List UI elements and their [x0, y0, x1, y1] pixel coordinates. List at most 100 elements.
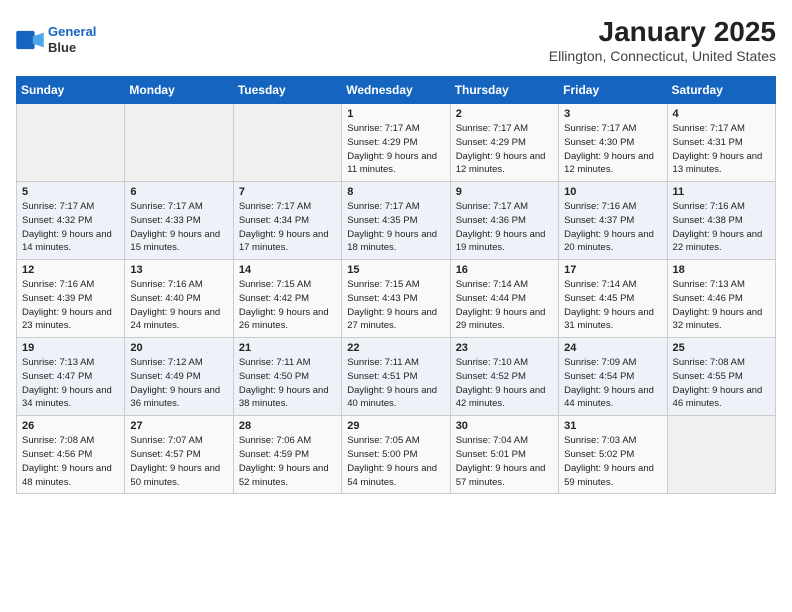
calendar-week-row: 12 Sunrise: 7:16 AMSunset: 4:39 PMDayligh…	[17, 260, 776, 338]
day-info: Sunrise: 7:17 AMSunset: 4:33 PMDaylight:…	[130, 200, 227, 255]
calendar-cell: 3 Sunrise: 7:17 AMSunset: 4:30 PMDaylight…	[559, 104, 667, 182]
day-number: 18	[673, 264, 770, 276]
title-area: January 2025 Ellington, Connecticut, Uni…	[549, 16, 776, 64]
calendar-cell: 12 Sunrise: 7:16 AMSunset: 4:39 PMDayligh…	[17, 260, 125, 338]
day-number: 16	[456, 264, 553, 276]
calendar-cell: 16 Sunrise: 7:14 AMSunset: 4:44 PMDayligh…	[450, 260, 558, 338]
weekday-header-sunday: Sunday	[17, 77, 125, 104]
day-info: Sunrise: 7:17 AMSunset: 4:32 PMDaylight:…	[22, 200, 119, 255]
day-number: 27	[130, 420, 227, 432]
day-info: Sunrise: 7:16 AMSunset: 4:39 PMDaylight:…	[22, 278, 119, 333]
day-info: Sunrise: 7:16 AMSunset: 4:37 PMDaylight:…	[564, 200, 661, 255]
day-info: Sunrise: 7:14 AMSunset: 4:44 PMDaylight:…	[456, 278, 553, 333]
day-number: 8	[347, 186, 444, 198]
calendar-cell: 28 Sunrise: 7:06 AMSunset: 4:59 PMDayligh…	[233, 416, 341, 494]
day-number: 3	[564, 108, 661, 120]
day-number: 14	[239, 264, 336, 276]
calendar-cell: 26 Sunrise: 7:08 AMSunset: 4:56 PMDayligh…	[17, 416, 125, 494]
calendar-cell: 22 Sunrise: 7:11 AMSunset: 4:51 PMDayligh…	[342, 338, 450, 416]
day-number: 21	[239, 342, 336, 354]
calendar-cell: 19Sunrise: 7:13 AMSunset: 4:47 PMDayligh…	[17, 338, 125, 416]
day-info: Sunrise: 7:17 AMSunset: 4:36 PMDaylight:…	[456, 200, 553, 255]
day-info: Sunrise: 7:17 AMSunset: 4:30 PMDaylight:…	[564, 122, 661, 177]
weekday-header-monday: Monday	[125, 77, 233, 104]
month-title: January 2025	[549, 16, 776, 48]
day-number: 5	[22, 186, 119, 198]
day-info: Sunrise: 7:17 AMSunset: 4:31 PMDaylight:…	[673, 122, 770, 177]
calendar-cell	[667, 416, 775, 494]
day-info: Sunrise: 7:15 AMSunset: 4:42 PMDaylight:…	[239, 278, 336, 333]
day-info: Sunrise: 7:11 AMSunset: 4:50 PMDaylight:…	[239, 356, 336, 411]
day-info: Sunrise: 7:05 AMSunset: 5:00 PMDaylight:…	[347, 434, 444, 489]
calendar-cell	[17, 104, 125, 182]
day-number: 9	[456, 186, 553, 198]
day-info: Sunrise: 7:10 AMSunset: 4:52 PMDaylight:…	[456, 356, 553, 411]
day-info: Sunrise: 7:06 AMSunset: 4:59 PMDaylight:…	[239, 434, 336, 489]
logo-line1: General	[48, 24, 96, 39]
calendar-cell: 2Sunrise: 7:17 AMSunset: 4:29 PMDaylight…	[450, 104, 558, 182]
day-number: 20	[130, 342, 227, 354]
day-info: Sunrise: 7:16 AMSunset: 4:40 PMDaylight:…	[130, 278, 227, 333]
logo-text: General Blue	[48, 24, 96, 55]
day-info: Sunrise: 7:16 AMSunset: 4:38 PMDaylight:…	[673, 200, 770, 255]
header: General Blue January 2025 Ellington, Con…	[16, 16, 776, 64]
calendar-cell: 23 Sunrise: 7:10 AMSunset: 4:52 PMDayligh…	[450, 338, 558, 416]
day-info: Sunrise: 7:07 AMSunset: 4:57 PMDaylight:…	[130, 434, 227, 489]
calendar-cell: 21 Sunrise: 7:11 AMSunset: 4:50 PMDayligh…	[233, 338, 341, 416]
day-number: 23	[456, 342, 553, 354]
day-number: 13	[130, 264, 227, 276]
day-info: Sunrise: 7:08 AMSunset: 4:56 PMDaylight:…	[22, 434, 119, 489]
weekday-header-row: SundayMondayTuesdayWednesdayThursdayFrid…	[17, 77, 776, 104]
calendar-body: 1 Sunrise: 7:17 AMSunset: 4:29 PMDaylight…	[17, 104, 776, 494]
day-number: 10	[564, 186, 661, 198]
day-info: Sunrise: 7:12 AMSunset: 4:49 PMDaylight:…	[130, 356, 227, 411]
day-number: 2	[456, 108, 553, 120]
calendar-table: SundayMondayTuesdayWednesdayThursdayFrid…	[16, 76, 776, 494]
day-info: Sunrise: 7:15 AMSunset: 4:43 PMDaylight:…	[347, 278, 444, 333]
weekday-header-wednesday: Wednesday	[342, 77, 450, 104]
calendar-cell: 25 Sunrise: 7:08 AMSunset: 4:55 PMDayligh…	[667, 338, 775, 416]
weekday-header-friday: Friday	[559, 77, 667, 104]
calendar-cell	[125, 104, 233, 182]
day-info: Sunrise: 7:13 AMSunset: 4:47 PMDaylight:…	[22, 356, 119, 411]
calendar-cell: 10 Sunrise: 7:16 AMSunset: 4:37 PMDayligh…	[559, 182, 667, 260]
day-number: 24	[564, 342, 661, 354]
calendar-cell: 1 Sunrise: 7:17 AMSunset: 4:29 PMDaylight…	[342, 104, 450, 182]
day-info: Sunrise: 7:11 AMSunset: 4:51 PMDaylight:…	[347, 356, 444, 411]
calendar-cell: 4 Sunrise: 7:17 AMSunset: 4:31 PMDaylight…	[667, 104, 775, 182]
calendar-cell: 29Sunrise: 7:05 AMSunset: 5:00 PMDayligh…	[342, 416, 450, 494]
day-info: Sunrise: 7:04 AMSunset: 5:01 PMDaylight:…	[456, 434, 553, 489]
day-number: 1	[347, 108, 444, 120]
day-number: 15	[347, 264, 444, 276]
calendar-cell: 20 Sunrise: 7:12 AMSunset: 4:49 PMDayligh…	[125, 338, 233, 416]
calendar-cell: 18Sunrise: 7:13 AMSunset: 4:46 PMDayligh…	[667, 260, 775, 338]
day-number: 30	[456, 420, 553, 432]
calendar-week-row: 19Sunrise: 7:13 AMSunset: 4:47 PMDayligh…	[17, 338, 776, 416]
calendar-cell: 15 Sunrise: 7:15 AMSunset: 4:43 PMDayligh…	[342, 260, 450, 338]
calendar-cell: 11Sunrise: 7:16 AMSunset: 4:38 PMDayligh…	[667, 182, 775, 260]
calendar-cell: 17Sunrise: 7:14 AMSunset: 4:45 PMDayligh…	[559, 260, 667, 338]
calendar-cell: 30 Sunrise: 7:04 AMSunset: 5:01 PMDayligh…	[450, 416, 558, 494]
day-info: Sunrise: 7:17 AMSunset: 4:29 PMDaylight:…	[347, 122, 444, 177]
day-number: 22	[347, 342, 444, 354]
day-number: 28	[239, 420, 336, 432]
calendar-cell	[233, 104, 341, 182]
day-number: 4	[673, 108, 770, 120]
location-title: Ellington, Connecticut, United States	[549, 48, 776, 64]
weekday-header-thursday: Thursday	[450, 77, 558, 104]
calendar-cell: 31Sunrise: 7:03 AMSunset: 5:02 PMDayligh…	[559, 416, 667, 494]
day-number: 26	[22, 420, 119, 432]
day-number: 31	[564, 420, 661, 432]
day-info: Sunrise: 7:17 AMSunset: 4:35 PMDaylight:…	[347, 200, 444, 255]
day-number: 12	[22, 264, 119, 276]
calendar-cell: 5 Sunrise: 7:17 AMSunset: 4:32 PMDaylight…	[17, 182, 125, 260]
calendar-cell: 8 Sunrise: 7:17 AMSunset: 4:35 PMDaylight…	[342, 182, 450, 260]
day-number: 7	[239, 186, 336, 198]
day-info: Sunrise: 7:09 AMSunset: 4:54 PMDaylight:…	[564, 356, 661, 411]
day-number: 25	[673, 342, 770, 354]
day-number: 17	[564, 264, 661, 276]
day-info: Sunrise: 7:17 AMSunset: 4:34 PMDaylight:…	[239, 200, 336, 255]
calendar-week-row: 26 Sunrise: 7:08 AMSunset: 4:56 PMDayligh…	[17, 416, 776, 494]
weekday-header-tuesday: Tuesday	[233, 77, 341, 104]
day-info: Sunrise: 7:08 AMSunset: 4:55 PMDaylight:…	[673, 356, 770, 411]
